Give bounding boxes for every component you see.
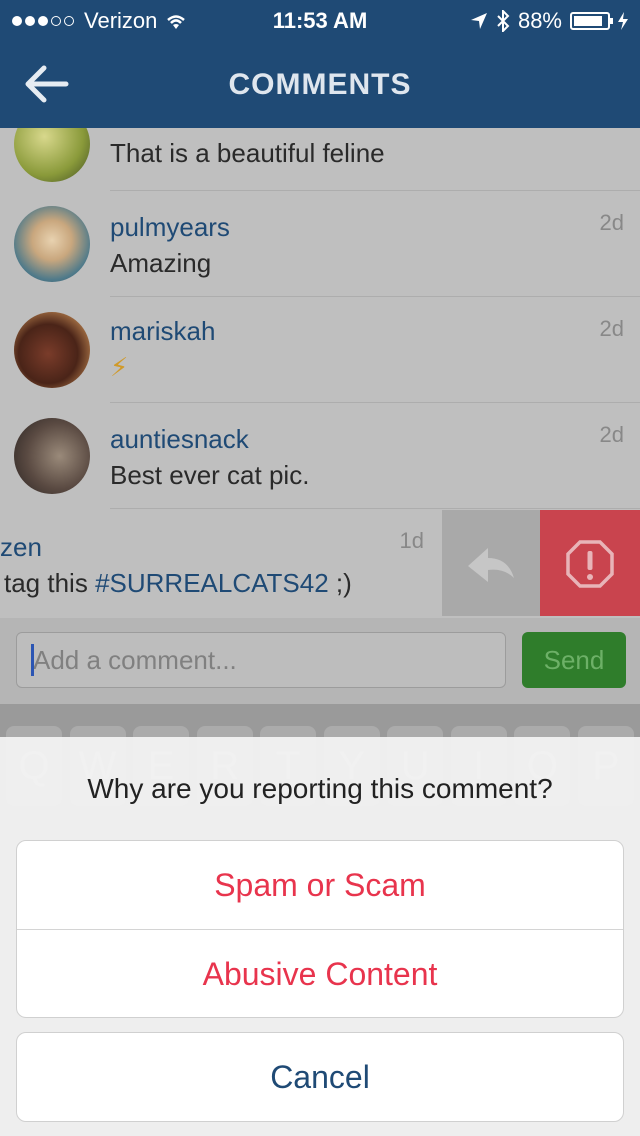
avatar[interactable] — [14, 206, 90, 282]
swiped-comment-row[interactable]: zen tag this #SURREALCATS42 ;) 1d — [0, 510, 640, 616]
bluetooth-icon — [497, 10, 510, 32]
comment-row: pulmyears Amazing 2d — [0, 190, 640, 297]
comment-username[interactable]: mariskah — [110, 316, 215, 347]
text-caret — [31, 644, 34, 676]
comment-row: That is a beautiful feline — [0, 128, 640, 191]
cancel-group: Cancel — [16, 1032, 624, 1122]
comment-text: ⚡ — [110, 352, 129, 382]
status-bar: Verizon 11:53 AM 88% — [0, 0, 640, 40]
battery-percent: 88% — [517, 8, 562, 33]
reply-button[interactable] — [442, 510, 540, 616]
nav-bar: COMMENTS — [0, 40, 640, 128]
comments-list[interactable]: That is a beautiful feline pulmyears Ama… — [0, 128, 640, 618]
comment-age: 2d — [599, 210, 624, 235]
report-button[interactable] — [540, 510, 640, 616]
swiped-comment-content: zen tag this #SURREALCATS42 ;) 1d — [0, 510, 442, 616]
send-button[interactable]: Send — [522, 632, 626, 688]
reply-icon — [468, 548, 514, 582]
comment-row: auntiesnack Best ever cat pic. 2d — [0, 402, 640, 510]
comment-row: mariskah ⚡ 2d — [0, 296, 640, 403]
comment-composer: Add a comment... Send — [0, 618, 640, 704]
cancel-button[interactable]: Cancel — [17, 1033, 623, 1121]
avatar[interactable] — [14, 128, 90, 182]
divider — [110, 508, 640, 509]
comment-username[interactable]: zen — [0, 532, 42, 563]
alert-octagon-icon — [566, 540, 614, 588]
spam-option-button[interactable]: Spam or Scam — [17, 841, 623, 929]
comment-text: Best ever cat pic. — [110, 460, 310, 490]
avatar[interactable] — [14, 312, 90, 388]
top-bar: Verizon 11:53 AM 88% COMMENTS — [0, 0, 640, 128]
hashtag-link[interactable]: #SURREALCATS42 — [95, 568, 329, 598]
comment-input-placeholder: Add a comment... — [33, 645, 237, 675]
status-right: 88% — [470, 8, 628, 34]
comment-input[interactable]: Add a comment... — [16, 632, 506, 688]
comment-username[interactable]: pulmyears — [110, 212, 230, 243]
comment-text-part: tag this — [4, 568, 96, 598]
charging-icon — [618, 12, 628, 30]
comment-age: 2d — [599, 422, 624, 447]
comment-text-part: ;) — [328, 568, 352, 598]
report-options: Spam or Scam Abusive Content — [16, 840, 624, 1018]
abusive-option-button[interactable]: Abusive Content — [17, 929, 623, 1017]
comment-age: 2d — [599, 316, 624, 341]
comment-text: Amazing — [110, 248, 212, 278]
comment-text: That is a beautiful feline — [110, 138, 385, 168]
report-question: Why are you reporting this comment? — [87, 773, 553, 804]
page-title: COMMENTS — [228, 68, 412, 101]
location-arrow-icon — [470, 13, 487, 29]
avatar[interactable] — [14, 418, 90, 494]
report-action-sheet: Why are you reporting this comment? Spam… — [0, 737, 640, 1136]
battery-icon — [570, 12, 613, 30]
comment-text: tag this #SURREALCATS42 ;) — [4, 568, 352, 599]
comment-age: 1d — [399, 528, 424, 553]
comment-username[interactable]: auntiesnack — [110, 424, 249, 455]
